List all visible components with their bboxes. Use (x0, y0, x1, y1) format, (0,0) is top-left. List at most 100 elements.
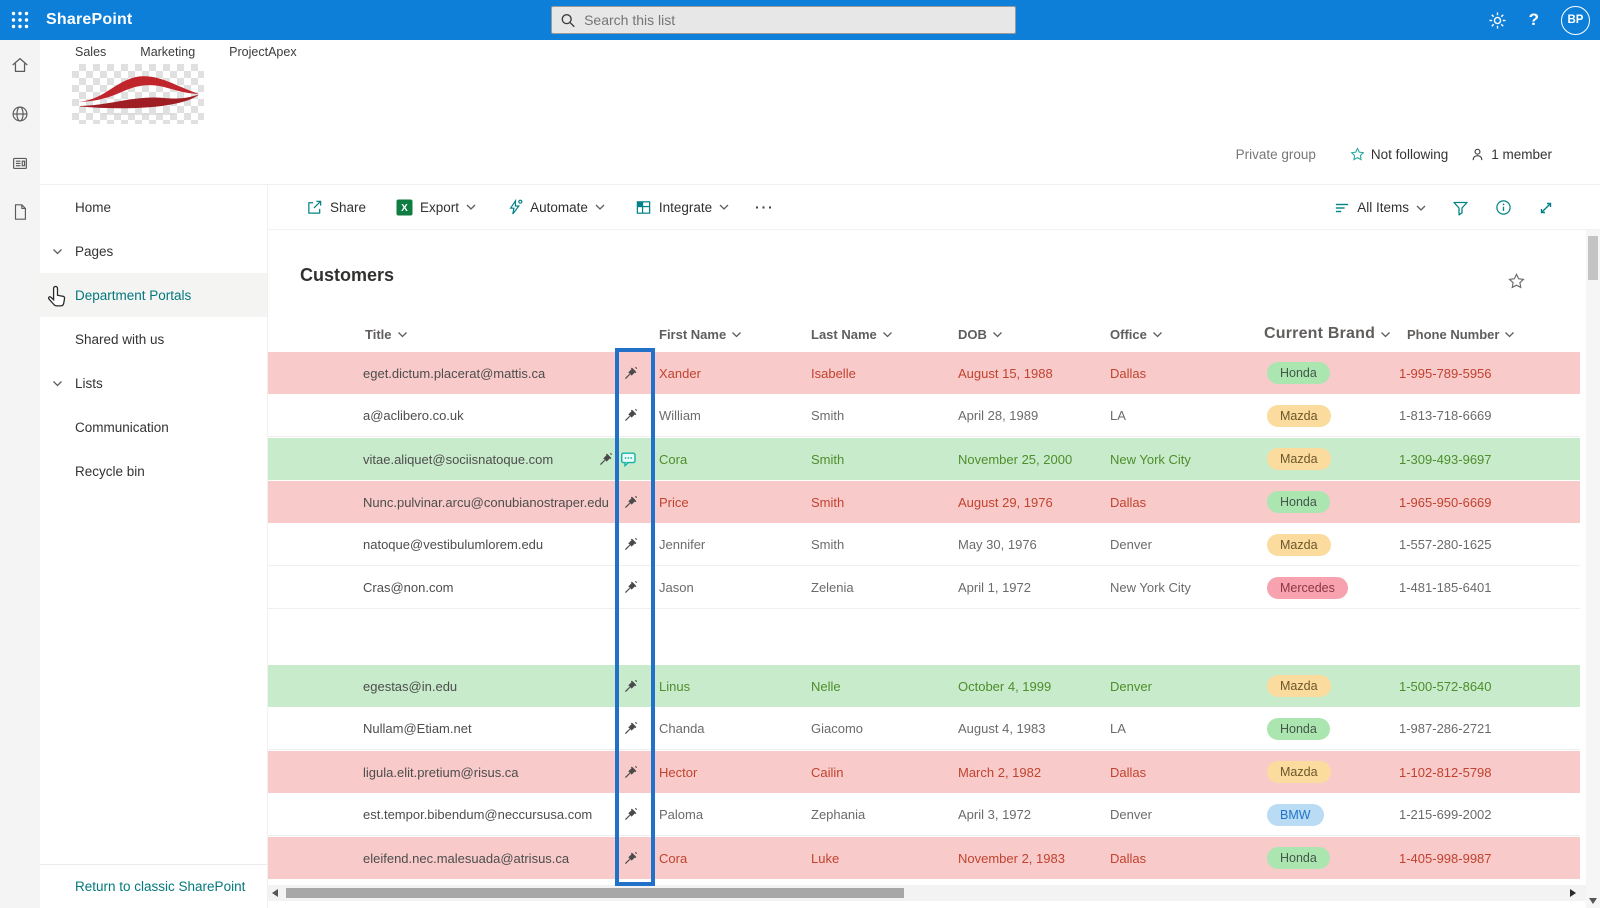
scroll-left-arrow[interactable] (272, 889, 278, 897)
pin-icon[interactable] (623, 580, 638, 595)
export-button[interactable]: X Export (396, 199, 476, 216)
cell-dob: November 2, 1983 (958, 850, 1065, 866)
list-title: Customers (300, 265, 395, 285)
help-icon[interactable]: ? (1529, 10, 1539, 30)
table-row[interactable]: est.tempor.bibendum@neccursusa.com Paloma… (268, 794, 1580, 836)
site-nav-tabs: Sales Marketing ProjectApex (75, 45, 297, 59)
sidebar-item-shared-with-us[interactable]: Shared with us (40, 317, 267, 361)
rail-news-button[interactable] (0, 138, 40, 187)
column-header-title[interactable]: Title (268, 327, 608, 342)
cell-pin (608, 366, 653, 381)
rail-documents-button[interactable] (0, 187, 40, 236)
news-icon (13, 157, 27, 169)
search-input[interactable] (584, 12, 1007, 28)
pin-icon[interactable] (623, 851, 638, 866)
pin-icon[interactable] (623, 807, 638, 822)
pin-icon[interactable] (623, 679, 638, 694)
chevron-down-icon (1505, 331, 1515, 337)
info-button[interactable] (1495, 199, 1512, 216)
follow-button[interactable]: Not following (1350, 147, 1448, 162)
cell-last-name: Giacomo (811, 721, 864, 736)
table-row[interactable]: egestas@in.edu Linus Nelle October 4, 1999 D… (268, 665, 1580, 707)
return-classic-link[interactable]: Return to classic SharePoint (75, 879, 245, 894)
cell-title[interactable]: natoque@vestibulumlorem.edu (268, 537, 608, 552)
table-row[interactable]: ligula.elit.pretium@risus.ca Hector Cailin… (268, 751, 1580, 793)
table-row[interactable]: a@aclibero.co.uk William Smith April 28, 19… (268, 395, 1580, 437)
cell-title[interactable]: a@aclibero.co.uk (268, 408, 608, 423)
sidebar-item-home[interactable]: Home (40, 185, 267, 229)
members-button[interactable]: 1 member (1470, 147, 1552, 162)
overflow-menu-button[interactable]: ··· (755, 200, 775, 215)
cell-title[interactable]: eleifend.nec.malesuada@atrisus.ca (268, 851, 608, 866)
column-header-office[interactable]: Office (1104, 327, 1243, 342)
pin-icon[interactable] (623, 721, 638, 736)
pin-icon[interactable] (623, 495, 638, 510)
app-launcher-waffle-icon[interactable] (0, 0, 40, 40)
view-selector[interactable]: All Items (1334, 200, 1426, 215)
pin-icon[interactable] (623, 537, 638, 552)
cell-pin (608, 851, 653, 866)
cell-first-name: Chanda (659, 721, 705, 736)
column-header-phone-number[interactable]: Phone Number (1393, 327, 1580, 342)
sidebar-item-communication[interactable]: Communication (40, 405, 267, 449)
table-row[interactable]: eget.dictum.placerat@mattis.ca Xander Isab… (268, 352, 1580, 394)
share-button[interactable]: Share (306, 199, 366, 216)
horizontal-scroll-thumb[interactable] (286, 888, 904, 898)
table-row[interactable]: Nullam@Etiam.net Chanda Giacomo August 4, 1… (268, 708, 1580, 750)
cell-title[interactable]: ligula.elit.pretium@risus.ca (268, 765, 608, 780)
vertical-scroll-thumb[interactable] (1588, 236, 1598, 280)
scroll-right-arrow[interactable] (1570, 889, 1576, 897)
column-header-first-name[interactable]: First Name (653, 327, 805, 342)
app-title: SharePoint (46, 11, 133, 28)
cell-title[interactable]: Nullam@Etiam.net (268, 721, 608, 736)
filter-button[interactable] (1452, 200, 1469, 216)
sidebar-item-department-portals[interactable]: Department Portals (40, 273, 267, 317)
cell-office: Denver (1110, 678, 1152, 694)
integrate-button[interactable]: Integrate (635, 199, 729, 216)
cell-phone: 1-309-493-9697 (1399, 451, 1492, 467)
table-row[interactable]: natoque@vestibulumlorem.edu Jennifer Smith… (268, 524, 1580, 566)
column-header-dob[interactable]: DOB (952, 327, 1104, 342)
comment-icon[interactable] (620, 451, 637, 467)
scroll-down-arrow[interactable] (1589, 898, 1597, 904)
sidebar-item-pages[interactable]: Pages (40, 229, 267, 273)
tab-marketing[interactable]: Marketing (140, 45, 195, 59)
settings-gear-icon[interactable] (1488, 11, 1507, 30)
rail-home-button[interactable] (0, 40, 40, 89)
brand-badge: Honda (1267, 847, 1330, 869)
cell-title[interactable]: Cras@non.com (268, 580, 608, 595)
cell-pin (608, 408, 653, 423)
favorite-star-button[interactable] (1508, 273, 1525, 290)
sidebar-item-recycle-bin[interactable]: Recycle bin (40, 449, 267, 493)
sidebar-item-lists[interactable]: Lists (40, 361, 267, 405)
view-list-icon (1336, 203, 1349, 212)
table-row[interactable]: Nunc.pulvinar.arcu@conubianostraper.edu P… (268, 481, 1580, 523)
cell-title[interactable]: egestas@in.edu (268, 679, 608, 694)
cell-last-name: Zelenia (811, 580, 854, 595)
svg-text:X: X (401, 203, 408, 214)
search-box[interactable] (551, 6, 1016, 34)
avatar[interactable]: BP (1561, 5, 1590, 35)
pin-icon[interactable] (623, 765, 638, 780)
cell-title[interactable]: Nunc.pulvinar.arcu@conubianostraper.edu (268, 495, 609, 510)
cell-title[interactable]: eget.dictum.placerat@mattis.ca (268, 366, 608, 381)
column-header-current-brand[interactable]: Current Brand (1249, 325, 1393, 343)
rail-sites-button[interactable] (0, 89, 40, 138)
table-row[interactable]: Cras@non.com Jason Zelenia April 1, 1972 New… (268, 567, 1580, 609)
automate-button[interactable]: Automate (506, 198, 605, 216)
pin-icon[interactable] (623, 366, 638, 381)
column-header-last-name[interactable]: Last Name (805, 327, 952, 342)
pin-icon[interactable] (598, 452, 613, 467)
pin-icon[interactable] (623, 408, 638, 423)
cell-pin (608, 765, 653, 780)
tab-projectapex[interactable]: ProjectApex (229, 45, 296, 59)
person-icon (1472, 148, 1483, 161)
cell-pin (608, 721, 653, 736)
table-row[interactable]: vitae.aliquet@sociisnatoque.com Cora Smith… (268, 438, 1580, 480)
cell-title[interactable]: est.tempor.bibendum@neccursusa.com (268, 807, 608, 822)
cell-title[interactable]: vitae.aliquet@sociisnatoque.com (268, 452, 608, 467)
fullscreen-button[interactable] (1538, 200, 1554, 216)
group-gap (268, 610, 1580, 665)
tab-sales[interactable]: Sales (75, 45, 106, 59)
table-row[interactable]: eleifend.nec.malesuada@atrisus.ca Cora Luk… (268, 837, 1580, 879)
